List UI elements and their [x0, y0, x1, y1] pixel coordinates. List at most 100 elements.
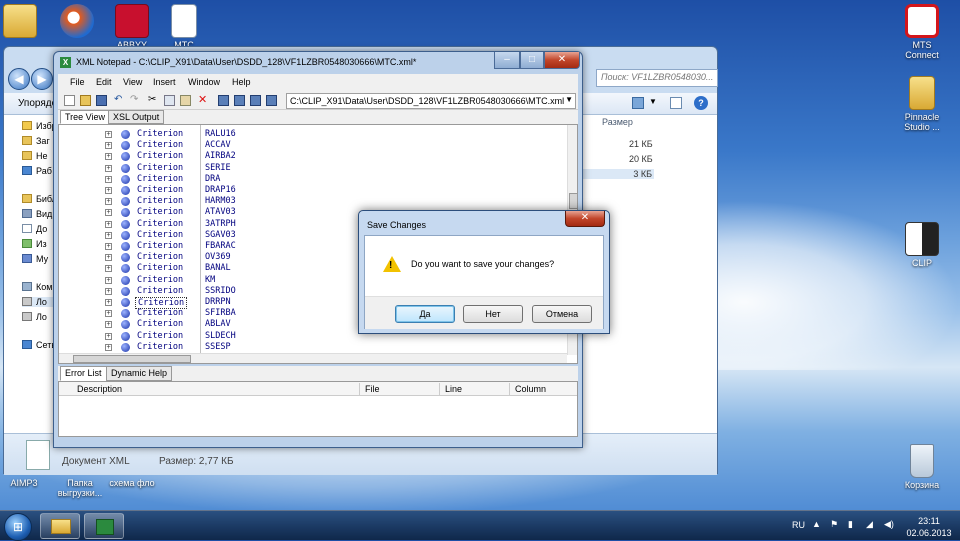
- tree-node-value[interactable]: ACCAV: [205, 140, 231, 150]
- menu-insert[interactable]: Insert: [153, 77, 176, 87]
- desktop-icon-mts-connect[interactable]: MTS Connect: [890, 4, 954, 60]
- expand-toggle-icon[interactable]: +: [105, 153, 112, 161]
- tree-node-value[interactable]: OV369: [205, 252, 231, 262]
- cancel-button[interactable]: Отмена: [532, 305, 592, 323]
- expand-toggle-icon[interactable]: +: [105, 175, 112, 183]
- chevron-down-icon[interactable]: ▼: [649, 97, 657, 106]
- tree-node-value[interactable]: SERIE: [205, 163, 231, 173]
- expand-toggle-icon[interactable]: +: [105, 243, 112, 250]
- tree-node-value[interactable]: FBARAC: [205, 241, 236, 251]
- tab-error-list[interactable]: Error List: [60, 366, 107, 381]
- menu-help[interactable]: Help: [232, 77, 251, 87]
- horizontal-scrollbar[interactable]: [59, 353, 567, 363]
- tab-dynamic-help[interactable]: Dynamic Help: [106, 366, 173, 381]
- tree-row[interactable]: + Criterion AIRBA2: [59, 151, 565, 162]
- menu-edit[interactable]: Edit: [96, 77, 112, 87]
- desktop-icon-mtc[interactable]: MTC: [152, 4, 216, 50]
- nav-pictures[interactable]: Из: [22, 239, 47, 249]
- minimize-button[interactable]: –: [494, 52, 520, 69]
- expand-toggle-icon[interactable]: +: [105, 332, 112, 340]
- nav-desktop[interactable]: Раб: [22, 166, 52, 176]
- nudge-down-icon[interactable]: [234, 95, 245, 106]
- menu-window[interactable]: Window: [188, 77, 220, 87]
- help-icon[interactable]: ?: [694, 96, 708, 110]
- tree-node-value[interactable]: DRRPN: [205, 297, 231, 307]
- nudge-right-icon[interactable]: [266, 95, 277, 106]
- tree-node-value[interactable]: DRAP16: [205, 185, 236, 195]
- no-button[interactable]: Нет: [463, 305, 523, 323]
- clock-time[interactable]: 23:11: [912, 516, 946, 526]
- desktop-icon-scheme[interactable]: схема фло: [100, 478, 164, 488]
- view-icon[interactable]: [632, 97, 644, 109]
- new-file-icon[interactable]: [64, 95, 75, 106]
- tree-row[interactable]: + Criterion SERIE: [59, 163, 565, 174]
- menu-view[interactable]: View: [123, 77, 142, 87]
- show-hidden-icons-icon[interactable]: ▲: [812, 519, 821, 529]
- expand-toggle-icon[interactable]: +: [105, 343, 112, 351]
- expand-toggle-icon[interactable]: +: [105, 187, 112, 194]
- paste-icon[interactable]: [180, 95, 191, 106]
- back-button[interactable]: ◀: [8, 68, 30, 90]
- organize-button[interactable]: Упорядо: [18, 98, 57, 109]
- tree-row[interactable]: + Criterion HARM03: [59, 196, 565, 207]
- expand-toggle-icon[interactable]: +: [105, 310, 112, 318]
- tree-node-value[interactable]: ATAV03: [205, 207, 236, 217]
- menu-file[interactable]: File: [70, 77, 85, 87]
- chevron-down-icon[interactable]: ▼: [565, 95, 573, 104]
- nav-recent[interactable]: Не: [22, 151, 48, 161]
- desktop-icon-pinnacle[interactable]: Pinnacle Studio ...: [890, 76, 954, 132]
- maximize-button[interactable]: □: [520, 52, 544, 69]
- tree-node-value[interactable]: SFIRBA: [205, 308, 236, 318]
- tree-node-value[interactable]: SSESP: [205, 342, 231, 352]
- scrollbar-thumb[interactable]: [569, 193, 577, 209]
- save-icon[interactable]: [96, 95, 107, 106]
- error-list[interactable]: Description File Line Column: [58, 381, 578, 437]
- tree-node-value[interactable]: HARM03: [205, 196, 236, 206]
- nudge-up-icon[interactable]: [218, 95, 229, 106]
- nav-documents[interactable]: До: [22, 224, 47, 234]
- nav-network[interactable]: Сеть: [22, 340, 56, 350]
- nudge-left-icon[interactable]: [250, 95, 261, 106]
- tree-row[interactable]: + Criterion DRA: [59, 174, 565, 185]
- save-changes-dialog[interactable]: Save Changes ✕ ! Do you want to save you…: [358, 210, 610, 334]
- preview-pane-icon[interactable]: [670, 97, 682, 109]
- explorer-search-input[interactable]: Поиск: VF1LZBR0548030...: [596, 69, 718, 87]
- tree-node-value[interactable]: SLDECH: [205, 331, 236, 341]
- nav-libraries[interactable]: Библ: [22, 194, 57, 204]
- start-button[interactable]: ⊞: [4, 513, 32, 541]
- expand-toggle-icon[interactable]: +: [105, 321, 112, 329]
- taskbar-explorer-button[interactable]: [40, 513, 80, 539]
- tree-node-value[interactable]: AIRBA2: [205, 151, 236, 161]
- expand-toggle-icon[interactable]: +: [105, 299, 112, 306]
- flag-icon[interactable]: ⚑: [830, 519, 838, 530]
- nav-downloads[interactable]: Заг: [22, 136, 50, 146]
- network-icon[interactable]: ◢: [866, 519, 873, 530]
- column-description[interactable]: Description: [77, 384, 122, 394]
- undo-icon[interactable]: ↶: [114, 95, 125, 106]
- column-line[interactable]: Line: [445, 384, 462, 394]
- expand-toggle-icon[interactable]: +: [105, 276, 112, 284]
- close-button[interactable]: ✕: [544, 52, 580, 69]
- desktop-icon-clip[interactable]: CLIP: [890, 222, 954, 268]
- delete-icon[interactable]: ✕: [198, 95, 209, 106]
- tree-node-value[interactable]: SSRIDO: [205, 286, 236, 296]
- open-folder-icon[interactable]: [80, 95, 91, 106]
- nav-local-disk-d[interactable]: Ло: [22, 312, 47, 322]
- copy-icon[interactable]: [164, 95, 175, 106]
- scrollbar-thumb[interactable]: [73, 355, 191, 363]
- expand-toggle-icon[interactable]: +: [105, 265, 112, 273]
- expand-toggle-icon[interactable]: +: [105, 220, 112, 228]
- clock-date[interactable]: 02.06.2013: [905, 528, 953, 538]
- forward-button[interactable]: ▶: [31, 68, 53, 90]
- expand-toggle-icon[interactable]: +: [105, 164, 112, 172]
- taskbar-xml-notepad-button[interactable]: [84, 513, 124, 539]
- tree-node-value[interactable]: 3ATRPH: [205, 219, 236, 229]
- language-indicator[interactable]: RU: [792, 520, 805, 530]
- tab-tree-view[interactable]: Tree View: [60, 110, 111, 124]
- expand-toggle-icon[interactable]: +: [105, 254, 112, 262]
- yes-button[interactable]: Да: [395, 305, 455, 323]
- tree-node-value[interactable]: SGAV03: [205, 230, 236, 240]
- dialog-close-button[interactable]: ✕: [565, 211, 605, 227]
- battery-icon[interactable]: ▮: [848, 519, 853, 530]
- column-file[interactable]: File: [365, 384, 380, 394]
